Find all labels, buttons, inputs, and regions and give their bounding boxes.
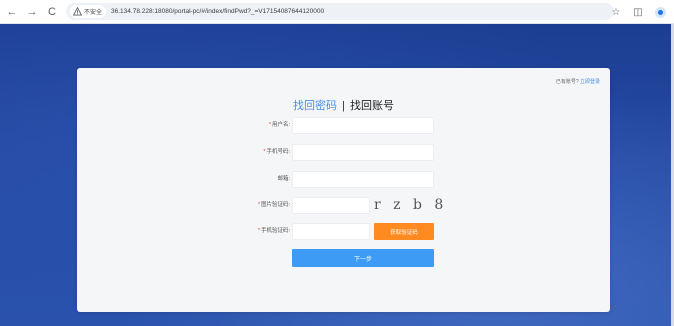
phone-input[interactable]	[292, 144, 434, 161]
username-label: *用户名:	[268, 122, 290, 128]
has-account-text: 已有账号?	[555, 79, 579, 85]
reload-icon[interactable]: C	[44, 4, 60, 20]
browser-toolbar: ← → C 不安全 36.134.78.228:18080/portal-pc/…	[0, 0, 674, 24]
tab-find-account[interactable]: 找回账号	[350, 100, 394, 112]
sms-code-input[interactable]	[292, 223, 370, 240]
profile-button[interactable]	[652, 4, 668, 20]
tab-find-password[interactable]: 找回密码	[293, 100, 337, 112]
address-bar[interactable]: 不安全 36.134.78.228:18080/portal-pc/#/inde…	[66, 3, 614, 20]
avatar	[654, 6, 666, 18]
email-label: 邮箱:	[277, 176, 290, 182]
url-text[interactable]: 36.134.78.228:18080/portal-pc/#/index/fi…	[111, 8, 324, 15]
email-input[interactable]	[292, 171, 434, 188]
tab-separator: |	[342, 100, 345, 112]
security-label: 不安全	[84, 10, 103, 16]
page-title: 找回密码 | 找回账号	[77, 97, 610, 113]
forward-icon[interactable]: →	[24, 4, 40, 20]
warning-icon	[73, 7, 82, 16]
bookmark-star-icon[interactable]: ☆	[608, 4, 624, 20]
get-code-button[interactable]: 获取验证码	[374, 223, 434, 240]
find-password-card: 已有账号? 立即登录 找回密码 | 找回账号 *用户名: *手机号码: 邮箱: …	[77, 68, 610, 312]
username-input[interactable]	[292, 117, 434, 134]
captcha-image[interactable]: r z b 8	[374, 195, 443, 215]
security-chip[interactable]: 不安全	[70, 5, 107, 18]
image-code-label: *图片验证码:	[257, 202, 290, 208]
image-code-input[interactable]	[292, 197, 370, 214]
next-button[interactable]: 下一步	[292, 249, 434, 267]
has-account-row: 已有账号? 立即登录	[556, 78, 600, 85]
login-link[interactable]: 立即登录	[580, 79, 600, 85]
sms-code-label: *手机验证码:	[257, 228, 290, 234]
phone-label: *手机号码:	[263, 149, 290, 155]
back-icon[interactable]: ←	[4, 4, 20, 20]
extensions-icon[interactable]: ◫	[630, 4, 646, 20]
